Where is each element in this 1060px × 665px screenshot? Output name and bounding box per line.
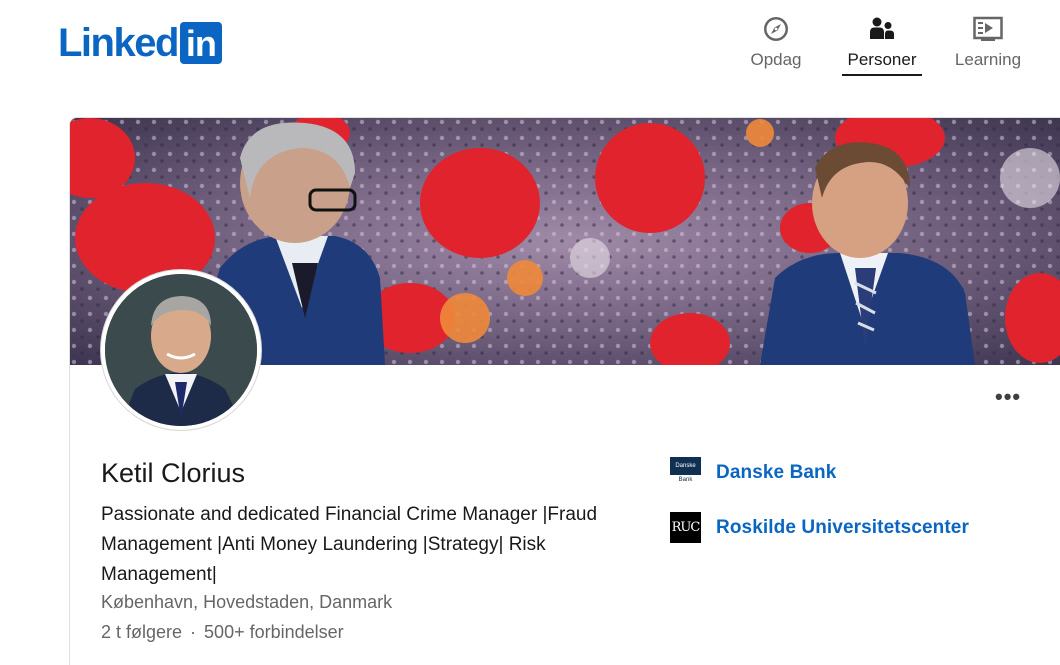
profile-name: Ketil Clorius <box>101 458 246 488</box>
nav-label: Learning <box>954 50 1022 69</box>
affiliation-danske-bank[interactable]: Danske Bank Danske Bank <box>670 457 836 488</box>
linkedin-logo[interactable]: Linked in <box>58 22 222 64</box>
affiliation-name[interactable]: Danske Bank <box>716 462 836 484</box>
affiliation-ruc[interactable]: RUC Roskilde Universitetscenter <box>670 512 969 543</box>
danske-logo-text-bottom: Bank <box>678 477 693 483</box>
logo-wordmark: Linked <box>58 21 179 65</box>
profile-location: København, Hovedstaden, Danmark <box>101 592 393 612</box>
danske-logo-text-top: Danske <box>675 463 696 469</box>
more-options-button[interactable]: ••• <box>995 384 1021 410</box>
profile-stats: 2 t følgere · 500+ forbindelser <box>101 622 344 643</box>
connections-count[interactable]: 500+ forbindelser <box>204 622 344 642</box>
compass-icon <box>761 14 791 44</box>
danske-bank-logo: Danske Bank <box>670 457 701 488</box>
nav-label: Opdag <box>750 50 802 69</box>
nav-opdag[interactable]: Opdag <box>736 14 816 76</box>
followers-count[interactable]: 2 t følgere <box>101 622 182 642</box>
nav-learning[interactable]: Learning <box>948 14 1028 76</box>
profile-card: ••• Ketil Clorius Passionate and dedicat… <box>69 117 1060 665</box>
people-icon <box>867 14 897 44</box>
top-nav: Opdag Personer Learning <box>736 14 1028 76</box>
ruc-logo: RUC <box>670 512 701 543</box>
logo-in-box: in <box>179 22 222 64</box>
nav-label: Personer <box>847 50 917 69</box>
affiliation-name[interactable]: Roskilde Universitetscenter <box>716 517 969 539</box>
profile-avatar[interactable] <box>101 270 261 430</box>
profile-headline: Passionate and dedicated Financial Crime… <box>101 504 598 585</box>
stats-separator: · <box>190 622 197 642</box>
nav-personer[interactable]: Personer <box>842 14 922 76</box>
learning-icon <box>973 14 1003 44</box>
